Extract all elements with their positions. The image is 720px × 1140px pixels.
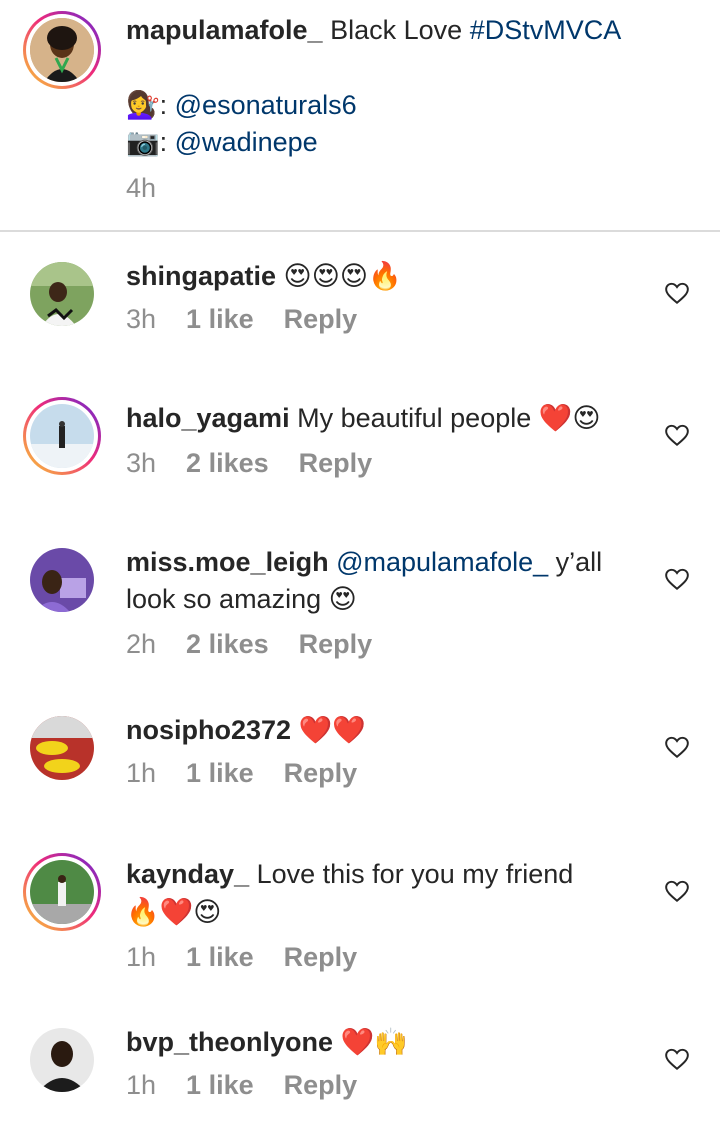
avatar[interactable] (30, 548, 94, 612)
divider (0, 230, 720, 232)
heart-outline-icon[interactable] (664, 280, 690, 306)
heart-outline-icon[interactable] (664, 1046, 690, 1072)
avatar-story-ring[interactable] (23, 853, 101, 931)
comment-time: 3h (126, 448, 157, 478)
hashtag-link[interactable]: #DStvMVCA (470, 15, 622, 45)
comment-meta: 3h 2 likes Reply (126, 448, 402, 479)
heart-outline-icon[interactable] (664, 878, 690, 904)
reply-button[interactable]: Reply (299, 629, 373, 659)
reply-button[interactable]: Reply (284, 304, 358, 334)
comment-meta: 2h 2 likes Reply (126, 629, 402, 660)
post-caption: mapulamafole_ Black Love #DStvMVCA 💇‍♀️:… (0, 0, 720, 230)
reply-button[interactable]: Reply (284, 1070, 358, 1100)
avatar (30, 404, 94, 468)
caption-text: Black Love (330, 15, 463, 45)
comment-likes[interactable]: 1 like (186, 942, 254, 972)
reply-button[interactable]: Reply (284, 942, 358, 972)
mention-link[interactable]: @mapulamafole_ (336, 547, 548, 577)
avatar-story-ring[interactable] (23, 397, 101, 475)
avatar (30, 18, 94, 82)
heart-outline-icon[interactable] (664, 422, 690, 448)
comment-username[interactable]: miss.moe_leigh (126, 547, 329, 577)
credit-line-hair: 💇‍♀️: @esonaturals6 (126, 90, 357, 121)
caption-line: mapulamafole_ Black Love #DStvMVCA (126, 12, 621, 48)
comment-likes[interactable]: 1 like (186, 304, 254, 334)
comment-likes[interactable]: 2 likes (186, 629, 269, 659)
comment-username[interactable]: shingapatie (126, 261, 276, 291)
heart-outline-icon[interactable] (664, 566, 690, 592)
mention-link[interactable]: @esonaturals6 (175, 90, 357, 120)
avatar-story-ring[interactable] (23, 11, 101, 89)
mention-link[interactable]: @wadinepe (175, 127, 318, 157)
avatar[interactable] (30, 1028, 94, 1092)
comment-username[interactable]: nosipho2372 (126, 715, 291, 745)
comment-text: look so amazing (126, 584, 322, 614)
emoji-reaction: ❤️🙌 (340, 1027, 408, 1058)
credit-line-photo: 📷: @wadinepe (126, 127, 318, 158)
comment-username[interactable]: bvp_theonlyone (126, 1027, 333, 1057)
reply-button[interactable]: Reply (284, 758, 358, 788)
reply-button[interactable]: Reply (299, 448, 373, 478)
emoji-reaction: ❤️❤️ (298, 715, 366, 746)
comment-likes[interactable]: 2 likes (186, 448, 269, 478)
comment-likes[interactable]: 1 like (186, 758, 254, 788)
comment-time: 2h (126, 629, 157, 659)
comment-time: 1h (126, 758, 157, 788)
hairdresser-icon: 💇‍♀️ (126, 90, 160, 121)
comment-meta: 1h 1 like Reply (126, 1070, 387, 1101)
camera-icon: 📷 (126, 127, 160, 158)
comment-meta: 1h 1 like Reply (126, 942, 387, 973)
comment-username[interactable]: kaynday_ (126, 859, 249, 889)
comment-time: 3h (126, 304, 157, 334)
emoji-reaction: 😍 (328, 584, 357, 615)
avatar[interactable] (30, 716, 94, 780)
comment-text: My beautiful people (297, 403, 532, 433)
comment-username[interactable]: halo_yagami (126, 403, 290, 433)
comment-meta: 1h 1 like Reply (126, 758, 387, 789)
post-username[interactable]: mapulamafole_ (126, 15, 323, 45)
comment-time: 1h (126, 942, 157, 972)
comment-meta: 3h 1 like Reply (126, 304, 387, 335)
comment-time: 1h (126, 1070, 157, 1100)
emoji-reaction: 😍😍😍🔥 (283, 261, 402, 292)
avatar (30, 860, 94, 924)
heart-outline-icon[interactable] (664, 734, 690, 760)
avatar[interactable] (30, 262, 94, 326)
post-timestamp: 4h (126, 173, 157, 203)
comment-likes[interactable]: 1 like (186, 1070, 254, 1100)
emoji-reaction: 🔥❤️😍 (126, 897, 222, 928)
emoji-reaction: ❤️😍 (538, 403, 601, 434)
comment-text: Love this for you my friend (256, 859, 574, 889)
comment-text: y’all (555, 547, 603, 577)
